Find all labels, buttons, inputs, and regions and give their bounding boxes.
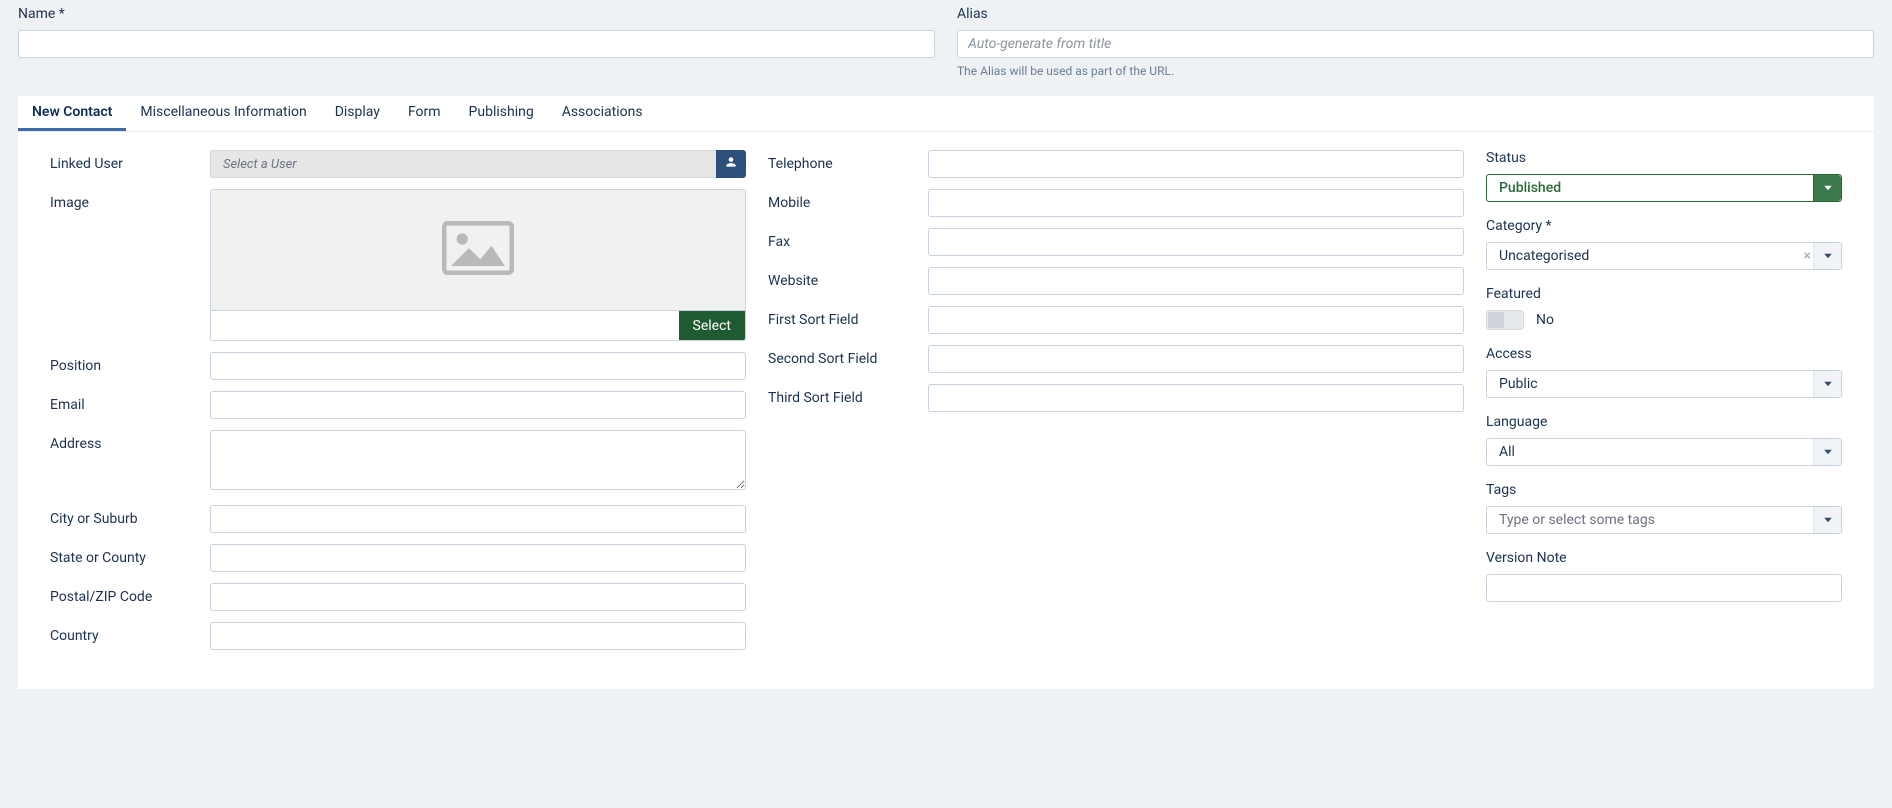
- position-label: Position: [50, 352, 210, 374]
- country-input[interactable]: [210, 622, 746, 650]
- chevron-down-icon: [1813, 175, 1841, 201]
- featured-label: Featured: [1486, 286, 1842, 302]
- position-input[interactable]: [210, 352, 746, 380]
- address-label: Address: [50, 430, 210, 452]
- alias-label: Alias: [957, 6, 1874, 22]
- language-select[interactable]: All: [1486, 438, 1842, 466]
- access-label: Access: [1486, 346, 1842, 362]
- telephone-label: Telephone: [768, 150, 928, 172]
- image-select-button[interactable]: Select: [679, 311, 745, 340]
- language-label: Language: [1486, 414, 1842, 430]
- featured-toggle[interactable]: [1486, 310, 1524, 330]
- category-clear-icon[interactable]: ×: [1804, 249, 1811, 263]
- image-preview: [211, 190, 745, 310]
- access-select[interactable]: Public: [1486, 370, 1842, 398]
- title-area: Name * Alias The Alias will be used as p…: [0, 0, 1892, 96]
- column-comm-details: Telephone Mobile Fax Website First Sort …: [768, 150, 1464, 661]
- category-select[interactable]: Uncategorised ×: [1486, 242, 1842, 270]
- category-value: Uncategorised: [1499, 248, 1589, 264]
- content-panel: New Contact Miscellaneous Information Di…: [18, 96, 1874, 689]
- version-note-input[interactable]: [1486, 574, 1842, 602]
- tabs: New Contact Miscellaneous Information Di…: [18, 96, 1874, 132]
- state-input[interactable]: [210, 544, 746, 572]
- tab-associations[interactable]: Associations: [548, 96, 657, 131]
- mobile-label: Mobile: [768, 189, 928, 211]
- tab-misc-info[interactable]: Miscellaneous Information: [126, 96, 320, 131]
- alias-input[interactable]: [957, 30, 1874, 58]
- tab-publishing[interactable]: Publishing: [455, 96, 548, 131]
- status-label: Status: [1486, 150, 1842, 166]
- tab-display[interactable]: Display: [321, 96, 394, 131]
- name-input[interactable]: [18, 30, 935, 58]
- address-input[interactable]: [210, 430, 746, 490]
- second-sort-label: Second Sort Field: [768, 345, 928, 367]
- third-sort-input[interactable]: [928, 384, 1464, 412]
- tags-placeholder: Type or select some tags: [1499, 512, 1655, 528]
- state-label: State or County: [50, 544, 210, 566]
- version-note-label: Version Note: [1486, 550, 1842, 566]
- name-label: Name *: [18, 6, 935, 22]
- tags-label: Tags: [1486, 482, 1842, 498]
- linked-user-select-button[interactable]: [716, 150, 746, 178]
- image-path-input[interactable]: [211, 311, 679, 340]
- status-value: Published: [1499, 180, 1561, 196]
- email-input[interactable]: [210, 391, 746, 419]
- first-sort-input[interactable]: [928, 306, 1464, 334]
- second-sort-input[interactable]: [928, 345, 1464, 373]
- status-select[interactable]: Published: [1486, 174, 1842, 202]
- chevron-down-icon: [1813, 507, 1841, 533]
- language-value: All: [1499, 444, 1515, 460]
- image-placeholder-icon: [442, 220, 514, 280]
- telephone-input[interactable]: [928, 150, 1464, 178]
- email-label: Email: [50, 391, 210, 413]
- postal-input[interactable]: [210, 583, 746, 611]
- fax-label: Fax: [768, 228, 928, 250]
- fax-input[interactable]: [928, 228, 1464, 256]
- city-input[interactable]: [210, 505, 746, 533]
- postal-label: Postal/ZIP Code: [50, 583, 210, 605]
- country-label: Country: [50, 622, 210, 644]
- tab-form[interactable]: Form: [394, 96, 455, 131]
- tab-new-contact[interactable]: New Contact: [18, 96, 126, 131]
- access-value: Public: [1499, 376, 1538, 392]
- website-label: Website: [768, 267, 928, 289]
- linked-user-label: Linked User: [50, 150, 210, 172]
- column-sidebar: Status Published Category * Uncategorise…: [1486, 150, 1842, 661]
- alias-hint: The Alias will be used as part of the UR…: [957, 64, 1874, 78]
- chevron-down-icon: [1813, 243, 1841, 269]
- person-icon: [724, 155, 738, 173]
- first-sort-label: First Sort Field: [768, 306, 928, 328]
- chevron-down-icon: [1813, 371, 1841, 397]
- tags-select[interactable]: Type or select some tags: [1486, 506, 1842, 534]
- mobile-input[interactable]: [928, 189, 1464, 217]
- linked-user-field: Select a User: [210, 150, 746, 178]
- linked-user-input[interactable]: Select a User: [210, 150, 716, 178]
- website-input[interactable]: [928, 267, 1464, 295]
- column-contact-details: Linked User Select a User Image: [50, 150, 746, 661]
- city-label: City or Suburb: [50, 505, 210, 527]
- featured-value: No: [1536, 312, 1554, 328]
- image-label: Image: [50, 189, 210, 211]
- third-sort-label: Third Sort Field: [768, 384, 928, 406]
- image-field: Select: [210, 189, 746, 341]
- chevron-down-icon: [1813, 439, 1841, 465]
- category-label: Category *: [1486, 218, 1842, 234]
